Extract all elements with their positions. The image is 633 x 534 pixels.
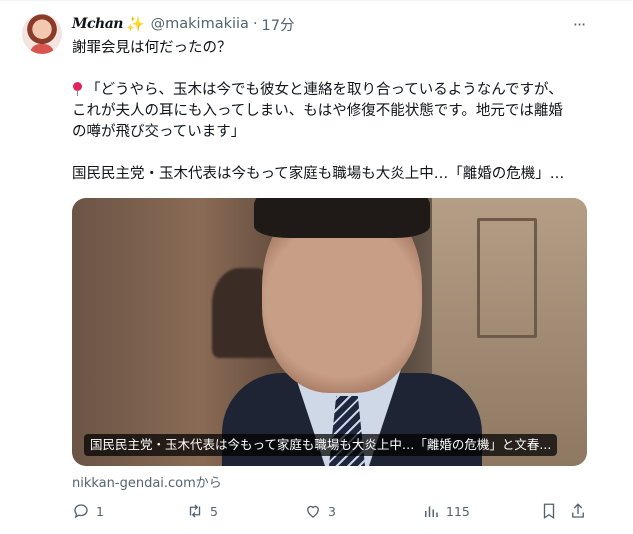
reply-button[interactable]: 1 — [72, 500, 104, 522]
like-button[interactable]: 3 — [304, 500, 336, 522]
card-caption: 国民民主党・玉木代表は今もって家庭も職場も大炎上中…「離婚の危機」と文春... — [84, 434, 558, 456]
action-bar: 1 5 3 115 — [72, 500, 589, 522]
timestamp[interactable]: 17分 — [262, 14, 295, 35]
user-handle[interactable]: @makimakiia — [151, 16, 249, 32]
card-background-panel — [477, 218, 537, 338]
bookmark-icon — [543, 503, 555, 520]
tweet-line: これが夫人の耳にも入ってしまい、もはや修復不能状態です。地元では離婚 — [72, 103, 563, 119]
retweet-button[interactable]: 5 — [186, 500, 218, 522]
reply-icon — [74, 504, 88, 519]
pushpin-icon — [72, 82, 82, 96]
share-button[interactable] — [569, 500, 593, 522]
top-divider — [0, 0, 633, 1]
tweet-line: の噂が飛び交っています」 — [72, 124, 246, 140]
views-count: 115 — [446, 503, 470, 519]
card-source[interactable]: nikkan-gendai.comから — [72, 472, 222, 491]
like-count: 3 — [328, 503, 336, 519]
tweet-header: Mchan ✨ @makimakiia · 17分 — [72, 14, 295, 34]
card-hair — [254, 198, 430, 238]
retweet-count: 5 — [210, 503, 218, 519]
avatar-shirt — [30, 44, 54, 54]
tweet-line: 謝罪会見は何だったの？ — [72, 40, 232, 56]
more-options-icon[interactable]: ··· — [569, 14, 589, 34]
tweet-line: 国民民主党・玉木代表は今もって家庭も職場も大炎上中…「離婚の危機」… — [72, 166, 565, 182]
share-icon — [572, 503, 584, 518]
bookmark-button[interactable] — [540, 500, 564, 522]
reply-count: 1 — [96, 503, 104, 519]
link-card-image[interactable]: 国民民主党・玉木代表は今もって家庭も職場も大炎上中…「離婚の危機」と文春... — [72, 198, 587, 466]
retweet-icon — [189, 504, 201, 518]
tweet-line: 「どうやら、玉木は今でも彼女と連絡を取り合っているようなんですが、 — [72, 80, 592, 101]
heart-icon — [307, 505, 319, 518]
views-icon — [425, 506, 438, 517]
views-button[interactable]: 115 — [422, 500, 470, 522]
tweet-text: 謝罪会見は何だったの？ 「どうやら、玉木は今でも彼女と連絡を取り合っているような… — [72, 38, 592, 185]
avatar[interactable] — [22, 14, 62, 54]
separator-dot: · — [252, 16, 258, 32]
tweet-line-text: 「どうやら、玉木は今でも彼女と連絡を取り合っているようなんですが、 — [86, 82, 563, 98]
display-name[interactable]: Mchan — [72, 16, 123, 32]
tweet[interactable]: Mchan ✨ @makimakiia · 17分 ··· 謝罪会見は何だったの… — [0, 0, 633, 534]
sparkle-icon: ✨ — [125, 15, 145, 33]
